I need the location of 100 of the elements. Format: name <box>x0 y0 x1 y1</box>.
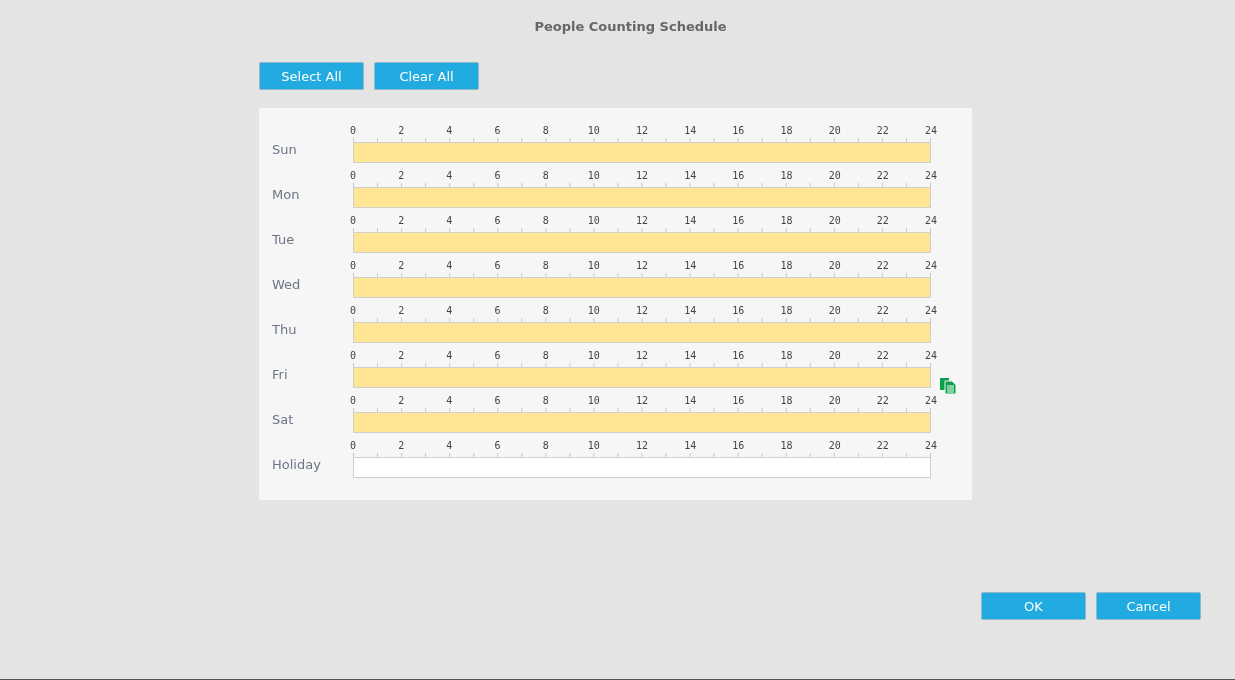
hour-label: 6 <box>494 350 501 362</box>
hour-label: 0 <box>350 395 356 407</box>
clear-all-button[interactable]: Clear All <box>374 62 479 90</box>
hour-label: 24 <box>925 350 937 362</box>
hour-label: 8 <box>542 125 549 137</box>
hour-label: 6 <box>494 170 501 182</box>
schedule-bar[interactable] <box>353 232 931 253</box>
hour-label: 8 <box>542 440 549 452</box>
hour-label: 20 <box>828 170 841 182</box>
hour-label: 4 <box>446 350 453 362</box>
hour-label: 8 <box>542 305 549 317</box>
hour-label: 18 <box>780 350 793 362</box>
hour-label: 22 <box>876 440 889 452</box>
schedule-bar[interactable] <box>353 322 931 343</box>
hour-label: 16 <box>732 125 745 137</box>
cancel-button[interactable]: Cancel <box>1096 592 1201 620</box>
hour-label: 0 <box>350 170 356 182</box>
copy-icon[interactable] <box>940 378 956 394</box>
hour-label: 6 <box>494 395 501 407</box>
hour-label: 4 <box>446 215 453 227</box>
hour-label: 18 <box>780 125 793 137</box>
hour-label: 24 <box>925 395 937 407</box>
hour-label: 16 <box>732 215 745 227</box>
schedule-bar[interactable] <box>353 367 931 388</box>
hour-label: 12 <box>636 260 648 272</box>
hour-label: 22 <box>876 170 889 182</box>
hour-label: 2 <box>398 215 405 227</box>
hour-label: 20 <box>828 395 841 407</box>
hour-label: 10 <box>587 305 600 317</box>
hour-label: 16 <box>732 395 745 407</box>
hour-label: 12 <box>636 395 648 407</box>
select-all-button[interactable]: Select All <box>259 62 364 90</box>
schedule-bar[interactable] <box>353 412 931 433</box>
hour-label: 4 <box>446 125 453 137</box>
hour-label: 2 <box>398 440 405 452</box>
ok-button[interactable]: OK <box>981 592 1086 620</box>
hour-label: 22 <box>876 395 889 407</box>
hour-label: 4 <box>446 440 453 452</box>
hour-label: 24 <box>925 260 937 272</box>
hour-label: 2 <box>398 260 405 272</box>
hour-label: 14 <box>684 350 697 362</box>
hour-label: 18 <box>780 170 793 182</box>
hour-label: 6 <box>494 260 501 272</box>
hour-label: 20 <box>828 440 841 452</box>
hour-label: 18 <box>780 395 793 407</box>
hour-label: 18 <box>780 440 793 452</box>
hour-label: 14 <box>684 260 697 272</box>
hour-label: 0 <box>350 350 356 362</box>
hour-label: 10 <box>587 170 600 182</box>
hour-label: 20 <box>828 215 841 227</box>
hour-label: 14 <box>684 395 697 407</box>
dialog-title: People Counting Schedule <box>534 19 727 36</box>
hour-label: 20 <box>828 305 841 317</box>
hour-label: 2 <box>398 305 405 317</box>
hour-label: 14 <box>684 170 697 182</box>
hour-label: 6 <box>494 125 501 137</box>
schedule-bar[interactable] <box>353 277 931 298</box>
hour-label: 12 <box>636 440 648 452</box>
hour-label: 4 <box>446 170 453 182</box>
hour-label: 16 <box>732 305 745 317</box>
hour-label: 22 <box>876 350 889 362</box>
hour-label: 0 <box>350 215 356 227</box>
hour-label: 14 <box>684 215 697 227</box>
hour-label: 10 <box>587 215 600 227</box>
hour-label: 14 <box>684 305 697 317</box>
hour-label: 12 <box>636 305 648 317</box>
hour-label: 22 <box>876 125 889 137</box>
schedule-bar[interactable] <box>353 142 931 163</box>
hour-label: 16 <box>732 170 745 182</box>
schedule-bar[interactable] <box>353 187 931 208</box>
hour-label: 20 <box>828 125 841 137</box>
hour-label: 24 <box>925 215 937 227</box>
hour-label: 24 <box>925 125 937 137</box>
hour-label: 10 <box>587 395 600 407</box>
schedule-bar[interactable] <box>353 457 931 478</box>
hour-label: 20 <box>828 350 841 362</box>
hour-label: 22 <box>876 260 889 272</box>
hour-label: 16 <box>732 350 745 362</box>
hour-label: 12 <box>636 170 648 182</box>
hour-label: 0 <box>350 125 356 137</box>
hour-label: 10 <box>587 440 600 452</box>
hour-label: 12 <box>636 350 648 362</box>
hour-label: 4 <box>446 260 453 272</box>
hour-label: 18 <box>780 260 793 272</box>
hour-label: 8 <box>542 395 549 407</box>
hour-label: 4 <box>446 305 453 317</box>
hour-label: 0 <box>350 260 356 272</box>
hour-label: 2 <box>398 125 405 137</box>
hour-label: 10 <box>587 125 600 137</box>
hour-label: 6 <box>494 440 501 452</box>
hour-label: 18 <box>780 215 793 227</box>
hour-label: 8 <box>542 350 549 362</box>
hour-label: 8 <box>542 170 549 182</box>
hour-label: 24 <box>925 170 937 182</box>
hour-label: 10 <box>587 260 600 272</box>
hour-label: 20 <box>828 260 841 272</box>
hour-label: 2 <box>398 170 405 182</box>
hour-label: 0 <box>350 440 356 452</box>
hour-label: 0 <box>350 305 356 317</box>
hour-label: 8 <box>542 260 549 272</box>
